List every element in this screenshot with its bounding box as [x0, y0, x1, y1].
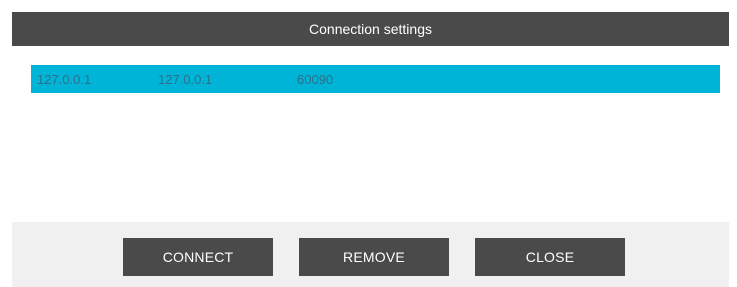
connection-port: 60090 — [297, 71, 334, 87]
connection-settings-dialog: Connection settings 127.0.0.1 127.0.0.1 … — [12, 12, 729, 287]
connection-row-selected[interactable]: 127.0.0.1 127.0.0.1 60090 — [31, 65, 720, 93]
close-button[interactable]: CLOSE — [475, 238, 625, 276]
connection-list: 127.0.0.1 127.0.0.1 60090 — [12, 46, 729, 222]
remove-button[interactable]: REMOVE — [299, 238, 449, 276]
dialog-titlebar: Connection settings — [12, 12, 729, 46]
connect-button[interactable]: CONNECT — [123, 238, 273, 276]
connection-address: 127.0.0.1 — [37, 71, 92, 87]
dialog-title: Connection settings — [309, 21, 432, 37]
connection-host: 127.0.0.1 — [158, 71, 213, 87]
dialog-footer: CONNECT REMOVE CLOSE — [12, 222, 729, 287]
